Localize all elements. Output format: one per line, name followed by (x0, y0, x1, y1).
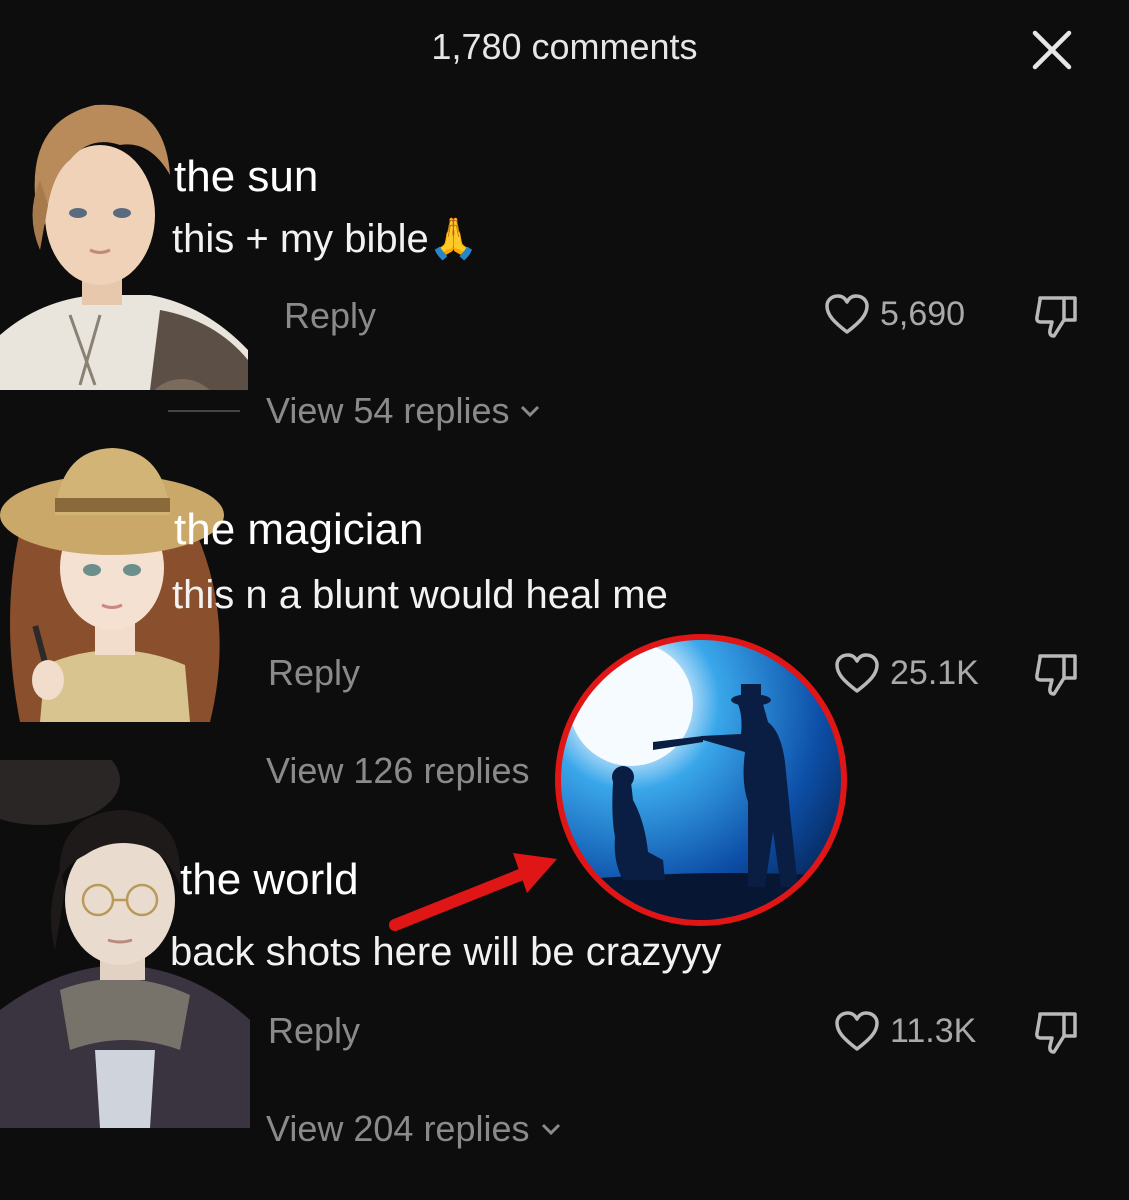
comment-text: this + my bible🙏 (172, 215, 479, 262)
reply-button[interactable]: Reply (284, 295, 376, 337)
thumbs-down-icon[interactable] (1032, 650, 1080, 698)
comment-text: this n a blunt would heal me (172, 573, 668, 617)
thumbs-down-icon[interactable] (1032, 292, 1080, 340)
like-count: 5,690 (880, 294, 966, 333)
view-replies-label: View 126 replies (266, 750, 530, 791)
like-count: 25.1K (890, 653, 979, 692)
comment-username[interactable]: the magician (174, 505, 423, 555)
red-arrow-pointer (385, 845, 575, 945)
heart-icon (825, 294, 869, 334)
view-replies-button[interactable]: View 54 replies (266, 390, 541, 432)
like-button[interactable]: 5,690 (824, 293, 965, 335)
comment-username[interactable]: the sun (174, 152, 318, 202)
highlight-circle-image (553, 632, 849, 928)
avatar[interactable] (0, 420, 230, 722)
praying-hands-emoji: 🙏 (428, 217, 479, 261)
comment-body: this + my bible (172, 217, 429, 261)
view-replies-button[interactable]: View 204 replies (266, 1108, 562, 1150)
close-icon[interactable] (1030, 28, 1074, 72)
like-count: 11.3K (890, 1011, 977, 1050)
chevron-down-icon (541, 1123, 560, 1136)
view-replies-label: View 54 replies (266, 390, 510, 431)
reply-button[interactable]: Reply (268, 1010, 360, 1052)
like-button[interactable]: 11.3K (834, 1010, 976, 1052)
thumbs-down-icon[interactable] (1032, 1008, 1080, 1056)
comment-username[interactable]: the world (180, 855, 359, 905)
chevron-down-icon (521, 405, 540, 418)
divider (168, 410, 240, 412)
view-replies-button[interactable]: View 126 replies (266, 750, 530, 792)
comments-panel: 1,780 comments the sun this + my bible🙏 … (0, 0, 1129, 1200)
comments-count-title: 1,780 comments (431, 26, 698, 67)
reply-button[interactable]: Reply (268, 652, 360, 694)
view-replies-label: View 204 replies (266, 1108, 530, 1149)
heart-icon (835, 1011, 879, 1051)
like-button[interactable]: 25.1K (834, 652, 979, 694)
